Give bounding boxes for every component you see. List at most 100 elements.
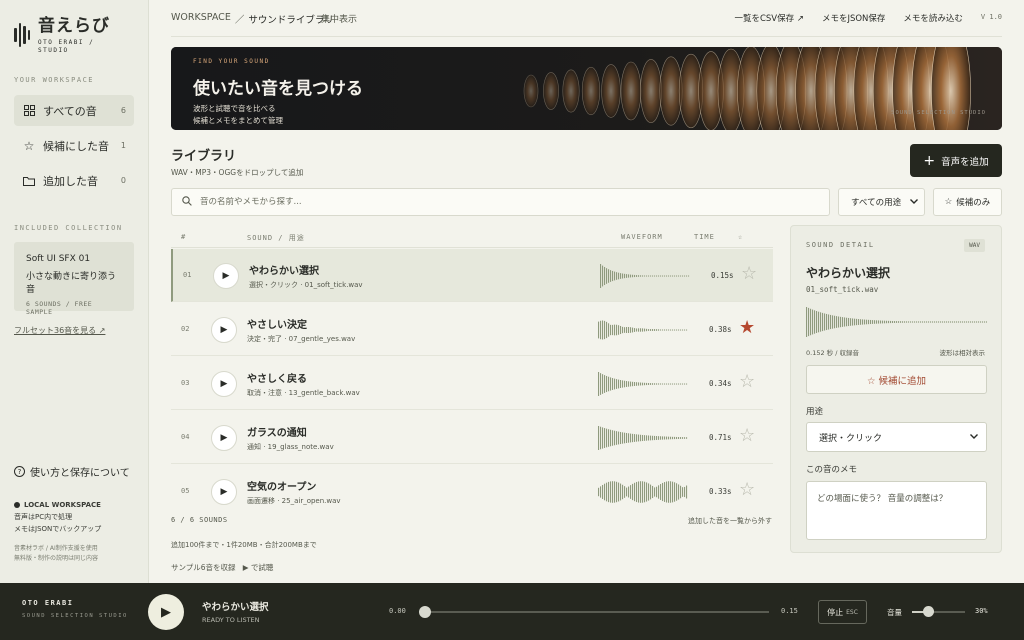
detail-waveform bbox=[806, 307, 987, 337]
player-brand: OTO ERABI bbox=[22, 599, 74, 607]
player-play-button[interactable]: ▶ bbox=[148, 594, 184, 630]
favorite-star-icon[interactable]: ☆ bbox=[739, 426, 755, 446]
sound-meta: 取消・注意 · 13_gentle_back.wav bbox=[247, 389, 360, 397]
play-icon: ▶ bbox=[161, 604, 171, 620]
plus-icon: + bbox=[923, 152, 936, 169]
save-json-link[interactable]: メモをJSON保存 bbox=[822, 12, 885, 24]
chevron-down-icon bbox=[910, 197, 918, 207]
top-actions: 一覧をCSV保存 ↗ メモをJSON保存 メモを読み込む V 1.0 bbox=[734, 12, 1002, 24]
row-number: 05 bbox=[181, 487, 190, 495]
favorite-star-icon[interactable]: ☆ bbox=[739, 372, 755, 392]
player-title: やわらかい選択 bbox=[202, 602, 269, 613]
help-link[interactable]: ? 使い方と保存について bbox=[14, 464, 130, 479]
breadcrumb: WORKSPACE ／ サウンドライブラリ bbox=[171, 12, 334, 26]
player-time-start: 0.00 bbox=[389, 607, 406, 615]
use-select-value: 選択・クリック bbox=[819, 433, 883, 444]
sound-count: 6 / 6 SOUNDS bbox=[171, 516, 228, 524]
table-row[interactable]: 04 ▶ ガラスの通知 通知 · 19_glass_note.wav 0.71s… bbox=[171, 411, 773, 464]
sidebar-item-favorites[interactable]: ☆ 候補にした音 1 bbox=[14, 130, 134, 161]
sound-time: 0.34s bbox=[709, 379, 732, 388]
hero-credit: SOUND SELECTION STUDIO bbox=[891, 110, 986, 116]
row-number: 01 bbox=[183, 271, 192, 279]
purpose-filter-select[interactable]: すべての用途 bbox=[838, 188, 925, 216]
credits-line1: 音素材ラボ / AI制作支援を使用 bbox=[14, 545, 98, 552]
collection-card[interactable]: Soft UI SFX 01 小さな動きに寄り添う音 6 SOUNDS / FR… bbox=[14, 242, 134, 316]
detail-title: やわらかい選択 bbox=[806, 266, 891, 280]
breadcrumb-root[interactable]: WORKSPACE bbox=[171, 12, 231, 26]
topbar: WORKSPACE ／ サウンドライブラリ 集中表示 一覧をCSV保存 ↗ メモ… bbox=[171, 0, 1002, 37]
add-favorite-button[interactable]: ☆ 候補に追加 bbox=[806, 365, 987, 394]
favorites-only-toggle[interactable]: ☆ 候補のみ bbox=[933, 188, 1002, 216]
memo-label: この音のメモ bbox=[806, 465, 858, 475]
brand: 音えらび OTO ERABI / STUDIO bbox=[14, 16, 110, 55]
play-icon: ▶ bbox=[220, 487, 228, 497]
sidebar-item-all[interactable]: すべての音 6 bbox=[14, 95, 134, 126]
local-title: LOCAL WORKSPACE bbox=[24, 501, 101, 509]
section-workspace: YOUR WORKSPACE bbox=[14, 76, 95, 84]
remove-added-link[interactable]: 追加した音を一覧から外す bbox=[688, 516, 772, 526]
sidebar-item-count: 1 bbox=[120, 141, 126, 150]
sound-name: やさしい決定 bbox=[247, 320, 307, 331]
play-icon: ▶ bbox=[220, 433, 228, 443]
purpose-filter-value: すべての用途 bbox=[851, 198, 902, 208]
sound-meta: 画面遷移 · 25_air_open.wav bbox=[247, 497, 341, 505]
sound-time: 0.38s bbox=[709, 325, 732, 334]
star-icon: ☆ bbox=[23, 138, 35, 153]
volume-handle[interactable] bbox=[922, 606, 934, 617]
play-button[interactable]: ▶ bbox=[213, 263, 239, 289]
memo-textarea[interactable]: どの場面に使う？ 音量の調整は？ bbox=[806, 481, 987, 540]
version-label: V 1.0 bbox=[980, 13, 1002, 21]
play-icon: ▶ bbox=[220, 379, 228, 389]
play-button[interactable]: ▶ bbox=[211, 371, 237, 397]
sound-name: やさしく戻る bbox=[247, 374, 307, 385]
play-button[interactable]: ▶ bbox=[211, 479, 237, 505]
credits-note: 音素材ラボ / AI制作支援を使用 無料版・制作の説明は同じ内容 bbox=[14, 544, 98, 564]
brand-name: 音えらび bbox=[38, 16, 110, 36]
player-time-end: 0.15 bbox=[781, 607, 798, 615]
add-sound-button[interactable]: + 音声を追加 bbox=[910, 144, 1002, 177]
export-csv-link[interactable]: 一覧をCSV保存 ↗ bbox=[734, 12, 803, 24]
favorites-only-label: 候補のみ bbox=[956, 198, 991, 208]
use-select[interactable]: 選択・クリック bbox=[806, 422, 987, 452]
favorite-star-icon[interactable]: ☆ bbox=[741, 264, 757, 284]
collection-subtitle: 小さな動きに寄り添う音 bbox=[26, 272, 117, 295]
sidebar-item-count: 0 bbox=[120, 176, 126, 185]
volume-label: 音量 bbox=[887, 608, 902, 617]
player-seek-track[interactable] bbox=[424, 611, 769, 613]
table-row[interactable]: 01 ▶ やわらかい選択 選択・クリック · 01_soft_tick.wav … bbox=[171, 249, 773, 302]
favorite-star-icon[interactable]: ★ bbox=[739, 318, 755, 338]
hero-title: 使いたい音を見つける bbox=[193, 79, 363, 99]
sound-time: 0.33s bbox=[709, 487, 732, 496]
row-number: 03 bbox=[181, 379, 190, 387]
player-seek-handle[interactable] bbox=[419, 606, 431, 618]
local-line1: 音声はPC内で処理 bbox=[14, 513, 73, 521]
stop-button[interactable]: 停止 ESC bbox=[818, 600, 867, 624]
favorite-star-icon[interactable]: ☆ bbox=[739, 480, 755, 500]
col-waveform: WAVEFORM bbox=[621, 233, 663, 241]
sound-meta: 決定・完了 · 07_gentle_yes.wav bbox=[247, 335, 356, 343]
sound-name: 空気のオープン bbox=[247, 482, 317, 493]
focus-mode-button[interactable]: 集中表示 bbox=[321, 12, 357, 25]
waveform-icon bbox=[598, 481, 688, 503]
upload-limits: 追加100件まで・1件20MB・合計200MBまで bbox=[171, 541, 317, 549]
table-row[interactable]: 03 ▶ やさしく戻る 取消・注意 · 13_gentle_back.wav 0… bbox=[171, 357, 773, 410]
grid-icon bbox=[22, 105, 36, 116]
table-row[interactable]: 05 ▶ 空気のオープン 画面遷移 · 25_air_open.wav 0.33… bbox=[171, 465, 773, 518]
table-row[interactable]: 02 ▶ やさしい決定 決定・完了 · 07_gentle_yes.wav 0.… bbox=[171, 303, 773, 356]
search-input[interactable] bbox=[200, 197, 800, 207]
volume-value: 30% bbox=[975, 607, 988, 615]
hero-line2: 候補とメモをまとめて管理 bbox=[193, 116, 283, 125]
col-star-icon: ☆ bbox=[738, 233, 744, 241]
player-bar: OTO ERABI SOUND SELECTION STUDIO ▶ やわらかい… bbox=[0, 583, 1024, 640]
col-time: TIME bbox=[694, 233, 715, 241]
player-status: READY TO LISTEN bbox=[202, 616, 260, 624]
load-memo-link[interactable]: メモを読み込む bbox=[903, 12, 963, 24]
play-button[interactable]: ▶ bbox=[211, 425, 237, 451]
sound-time: 0.71s bbox=[709, 433, 732, 442]
play-button[interactable]: ▶ bbox=[211, 317, 237, 343]
sidebar-item-added[interactable]: 追加した音 0 bbox=[14, 165, 134, 196]
hero-line1: 波形と試聴で音を比べる bbox=[193, 104, 276, 113]
stop-label: 停止 bbox=[827, 607, 844, 617]
sound-time: 0.15s bbox=[711, 271, 734, 280]
fullset-link[interactable]: フルセット36音を見る ↗ bbox=[14, 325, 105, 336]
